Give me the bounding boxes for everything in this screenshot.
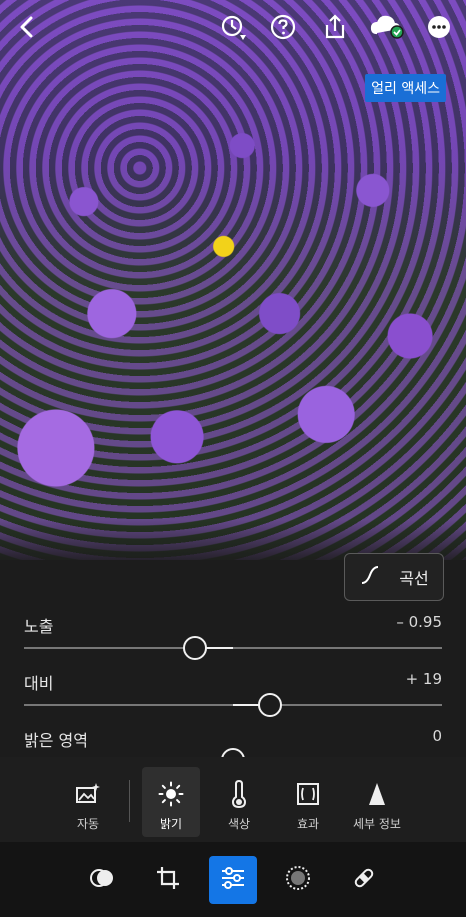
contrast-label: 대비: [24, 674, 54, 693]
crop-icon: [156, 866, 180, 894]
thermometer-icon: [230, 779, 248, 809]
effects-icon: [296, 779, 320, 809]
exposure-track[interactable]: [24, 647, 442, 649]
exposure-slider-thumb[interactable]: [183, 636, 207, 660]
masking-button[interactable]: [274, 856, 322, 904]
exposure-value[interactable]: – 0.95: [396, 613, 442, 631]
cloud-sync-icon[interactable]: [370, 12, 406, 42]
highlights-label: 밝은 영역: [24, 731, 88, 750]
masking-icon: [285, 865, 311, 895]
early-access-tooltip: 얼리 액세스: [365, 74, 446, 102]
share-icon[interactable]: [320, 12, 350, 42]
healing-button[interactable]: [340, 856, 388, 904]
tool-color-label: 색상: [227, 817, 251, 831]
detail-icon: [367, 779, 387, 809]
adjust-icon: [220, 866, 246, 894]
tool-light[interactable]: 밝기: [142, 767, 200, 837]
back-icon[interactable]: [12, 12, 42, 42]
tool-effects[interactable]: 효과: [279, 767, 337, 837]
contrast-row: 대비 + 19: [24, 670, 442, 717]
presets-button[interactable]: [78, 856, 126, 904]
bottom-toolbar: [0, 842, 466, 917]
tool-color[interactable]: 색상: [210, 767, 268, 837]
exposure-fill: [205, 647, 233, 649]
tool-auto-label: 자동: [76, 817, 100, 831]
crop-button[interactable]: [144, 856, 192, 904]
tool-detail-label: 세부 정보: [353, 817, 401, 831]
curve-icon: [359, 564, 381, 590]
adjust-button[interactable]: [209, 856, 257, 904]
tool-effects-label: 효과: [296, 817, 320, 831]
contrast-slider-thumb[interactable]: [258, 693, 282, 717]
help-icon[interactable]: [268, 12, 298, 42]
adjust-tools-bar: 자동 밝기 색상 효과 세부 정보: [0, 757, 466, 842]
more-icon[interactable]: [424, 12, 454, 42]
highlights-row: 밝은 영역 0: [24, 727, 442, 757]
brightness-icon: [158, 779, 184, 809]
tool-auto[interactable]: 자동: [59, 767, 117, 837]
highlights-slider-thumb[interactable]: [221, 748, 245, 757]
presets-icon: [89, 865, 115, 895]
tool-detail[interactable]: 세부 정보: [344, 767, 410, 837]
tools-divider: [129, 780, 130, 822]
curve-label: 곡선: [399, 569, 429, 588]
exposure-row: 노출 – 0.95: [24, 613, 442, 660]
curve-button[interactable]: 곡선: [344, 553, 444, 601]
tool-light-label: 밝기: [159, 817, 183, 831]
history-icon[interactable]: [218, 12, 248, 42]
highlights-value[interactable]: 0: [432, 727, 442, 745]
exposure-label: 노출: [24, 617, 54, 636]
contrast-fill: [233, 704, 259, 706]
contrast-value[interactable]: + 19: [406, 670, 442, 688]
auto-icon: [75, 779, 101, 809]
healing-icon: [351, 865, 377, 895]
